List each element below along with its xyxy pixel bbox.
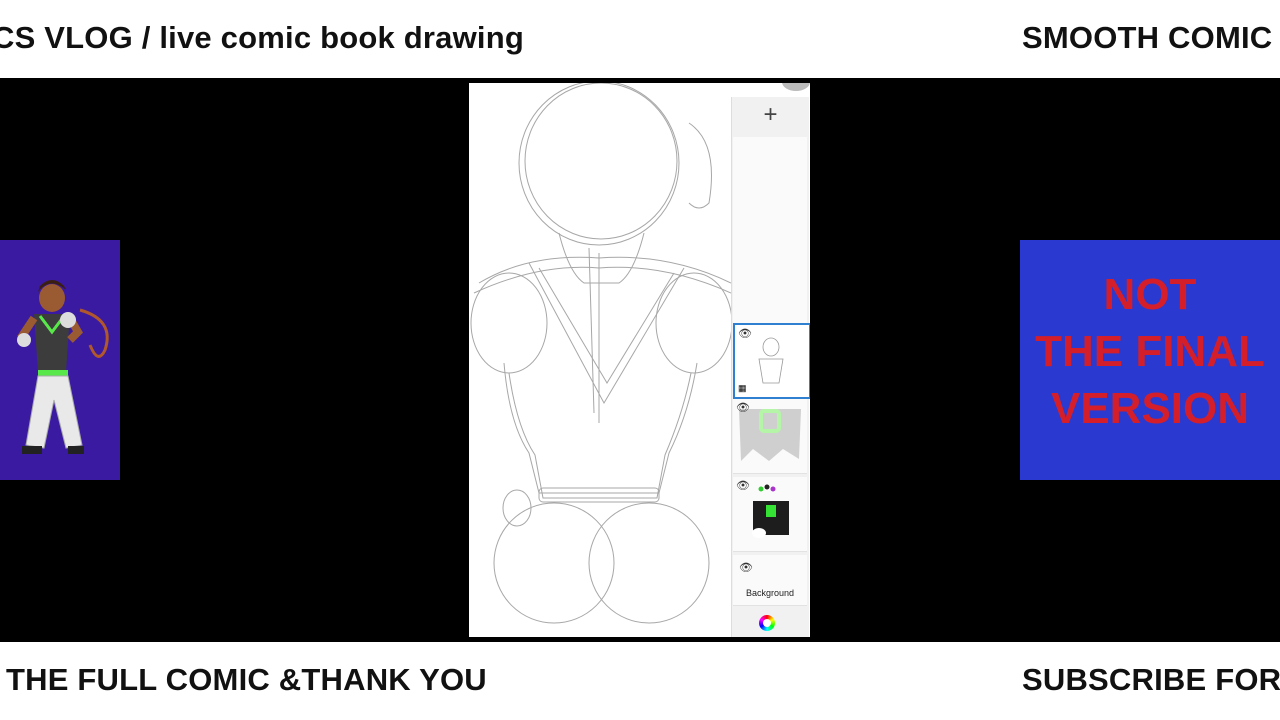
eye-icon[interactable]: 👁 xyxy=(739,561,753,574)
add-layer-button[interactable]: + xyxy=(732,97,809,133)
eye-hidden-icon[interactable]: 👁 xyxy=(736,401,750,414)
canvas-menu-button[interactable] xyxy=(782,83,810,91)
layer-item-background[interactable]: 👁 Background xyxy=(733,555,807,606)
layer-item-empty[interactable] xyxy=(733,137,807,324)
layer-panel: + 👁 ▦ 👁 👁 👁 Background xyxy=(731,97,810,637)
character-illustration xyxy=(17,280,109,454)
bottom-ticker-right-text: SUBSCRIBE FOR xyxy=(1022,662,1280,697)
layer-item-color[interactable]: 👁 xyxy=(733,399,807,474)
layer-item-dark[interactable]: 👁 xyxy=(733,477,807,552)
eye-hidden-icon[interactable]: 👁 xyxy=(736,479,750,492)
plus-icon: + xyxy=(763,101,778,128)
pencil-sketch xyxy=(470,83,731,624)
drawing-canvas[interactable]: + 👁 ▦ 👁 👁 👁 Background xyxy=(469,83,810,637)
eye-icon[interactable]: 👁 xyxy=(738,327,752,340)
character-art-card xyxy=(0,240,120,480)
notice-line: VERSION xyxy=(1050,384,1250,433)
color-wheel-icon[interactable] xyxy=(759,615,775,631)
layer-item-sketch[interactable]: 👁 ▦ xyxy=(733,323,810,399)
not-final-notice: NOT THE FINAL VERSION xyxy=(1020,266,1280,437)
top-ticker-left-text: CS VLOG / live comic book drawing xyxy=(0,20,524,55)
notice-line: NOT xyxy=(1103,270,1197,319)
background-layer-label: Background xyxy=(745,588,795,598)
checker-icon: ▦ xyxy=(738,383,747,393)
notice-card: NOT THE FINAL VERSION xyxy=(1020,240,1280,480)
notice-line: THE FINAL xyxy=(1035,327,1265,376)
top-ticker-bar: CS VLOG / live comic book drawing SMOOTH… xyxy=(0,0,1280,78)
top-ticker-right-text: SMOOTH COMIC xyxy=(1022,20,1273,55)
bottom-ticker-bar: THE FULL COMIC &THANK YOU SUBSCRIBE FOR xyxy=(0,642,1280,720)
bottom-ticker-left-text: THE FULL COMIC &THANK YOU xyxy=(6,662,487,697)
